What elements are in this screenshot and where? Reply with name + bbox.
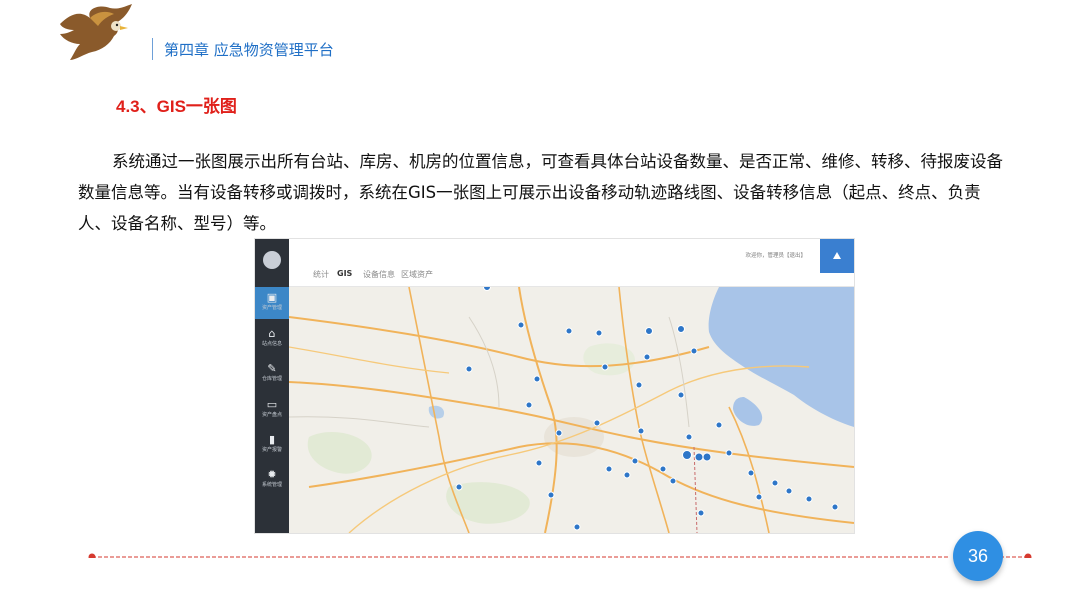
tab-device-info[interactable]: 设备信息 bbox=[363, 269, 395, 280]
sidebar-item-label: 资产管理 bbox=[261, 305, 282, 311]
sidebar-item-warehouse[interactable]: ✎ 仓库管理 bbox=[255, 358, 289, 390]
gear-icon: ✹ bbox=[267, 468, 277, 481]
sidebar-item-label: 站点信息 bbox=[261, 341, 282, 347]
eagle-logo bbox=[60, 4, 132, 60]
tab-gis[interactable]: GIS bbox=[337, 269, 352, 278]
header-divider bbox=[152, 38, 153, 60]
body-paragraph: 系统通过一张图展示出所有台站、库房、机房的位置信息，可查看具体台站设备数量、是否… bbox=[78, 146, 1008, 239]
gis-map[interactable] bbox=[289, 287, 854, 533]
tab-regional-assets[interactable]: 区域资产 bbox=[401, 269, 433, 280]
home-icon: ⌂ bbox=[268, 327, 276, 340]
sidebar-item-label: 资产报警 bbox=[261, 447, 282, 453]
phone-icon: ▮ bbox=[268, 433, 276, 446]
sidebar-item-inventory[interactable]: ▭ 资产盘点 bbox=[255, 394, 289, 426]
sidebar-item-site-info[interactable]: ⌂ 站点信息 bbox=[255, 323, 289, 355]
section-title: 4.3、GIS一张图 bbox=[116, 97, 237, 116]
page-number-badge: 36 bbox=[953, 531, 1003, 581]
footer-line bbox=[88, 553, 1032, 558]
edit-icon: ✎ bbox=[267, 362, 277, 375]
chapter-title: 第四章 应急物资管理平台 bbox=[164, 41, 334, 59]
tab-statistics[interactable]: 统计 bbox=[313, 269, 329, 280]
monitor-icon: ▭ bbox=[266, 398, 278, 411]
user-button[interactable] bbox=[820, 239, 854, 273]
sidebar-item-system[interactable]: ✹ 系统管理 bbox=[255, 464, 289, 496]
top-bar: 统计 GIS 设备信息 区域资产 欢迎你，管理员【退出】 bbox=[289, 239, 854, 287]
sidebar-item-asset-management[interactable]: ▣ 资产管理 bbox=[255, 287, 289, 319]
calendar-icon: ▣ bbox=[266, 291, 278, 304]
paragraph-text: 系统通过一张图展示出所有台站、库房、机房的位置信息，可查看具体台站设备数量、是否… bbox=[78, 152, 1003, 233]
sidebar-item-label: 系统管理 bbox=[261, 482, 282, 488]
system-logo-icon bbox=[263, 251, 281, 269]
sidebar-item-alarm[interactable]: ▮ 资产报警 bbox=[255, 429, 289, 461]
sidebar: ▣ 资产管理 ⌂ 站点信息 ✎ 仓库管理 ▭ 资产盘点 ▮ 资产报警 ✹ 系统管… bbox=[255, 239, 289, 533]
sidebar-item-label: 仓库管理 bbox=[261, 376, 282, 382]
user-icon bbox=[833, 252, 841, 259]
sidebar-item-label: 资产盘点 bbox=[261, 412, 282, 418]
gis-screenshot: ▣ 资产管理 ⌂ 站点信息 ✎ 仓库管理 ▭ 资产盘点 ▮ 资产报警 ✹ 系统管… bbox=[254, 238, 855, 534]
welcome-text: 欢迎你，管理员【退出】 bbox=[745, 253, 806, 259]
